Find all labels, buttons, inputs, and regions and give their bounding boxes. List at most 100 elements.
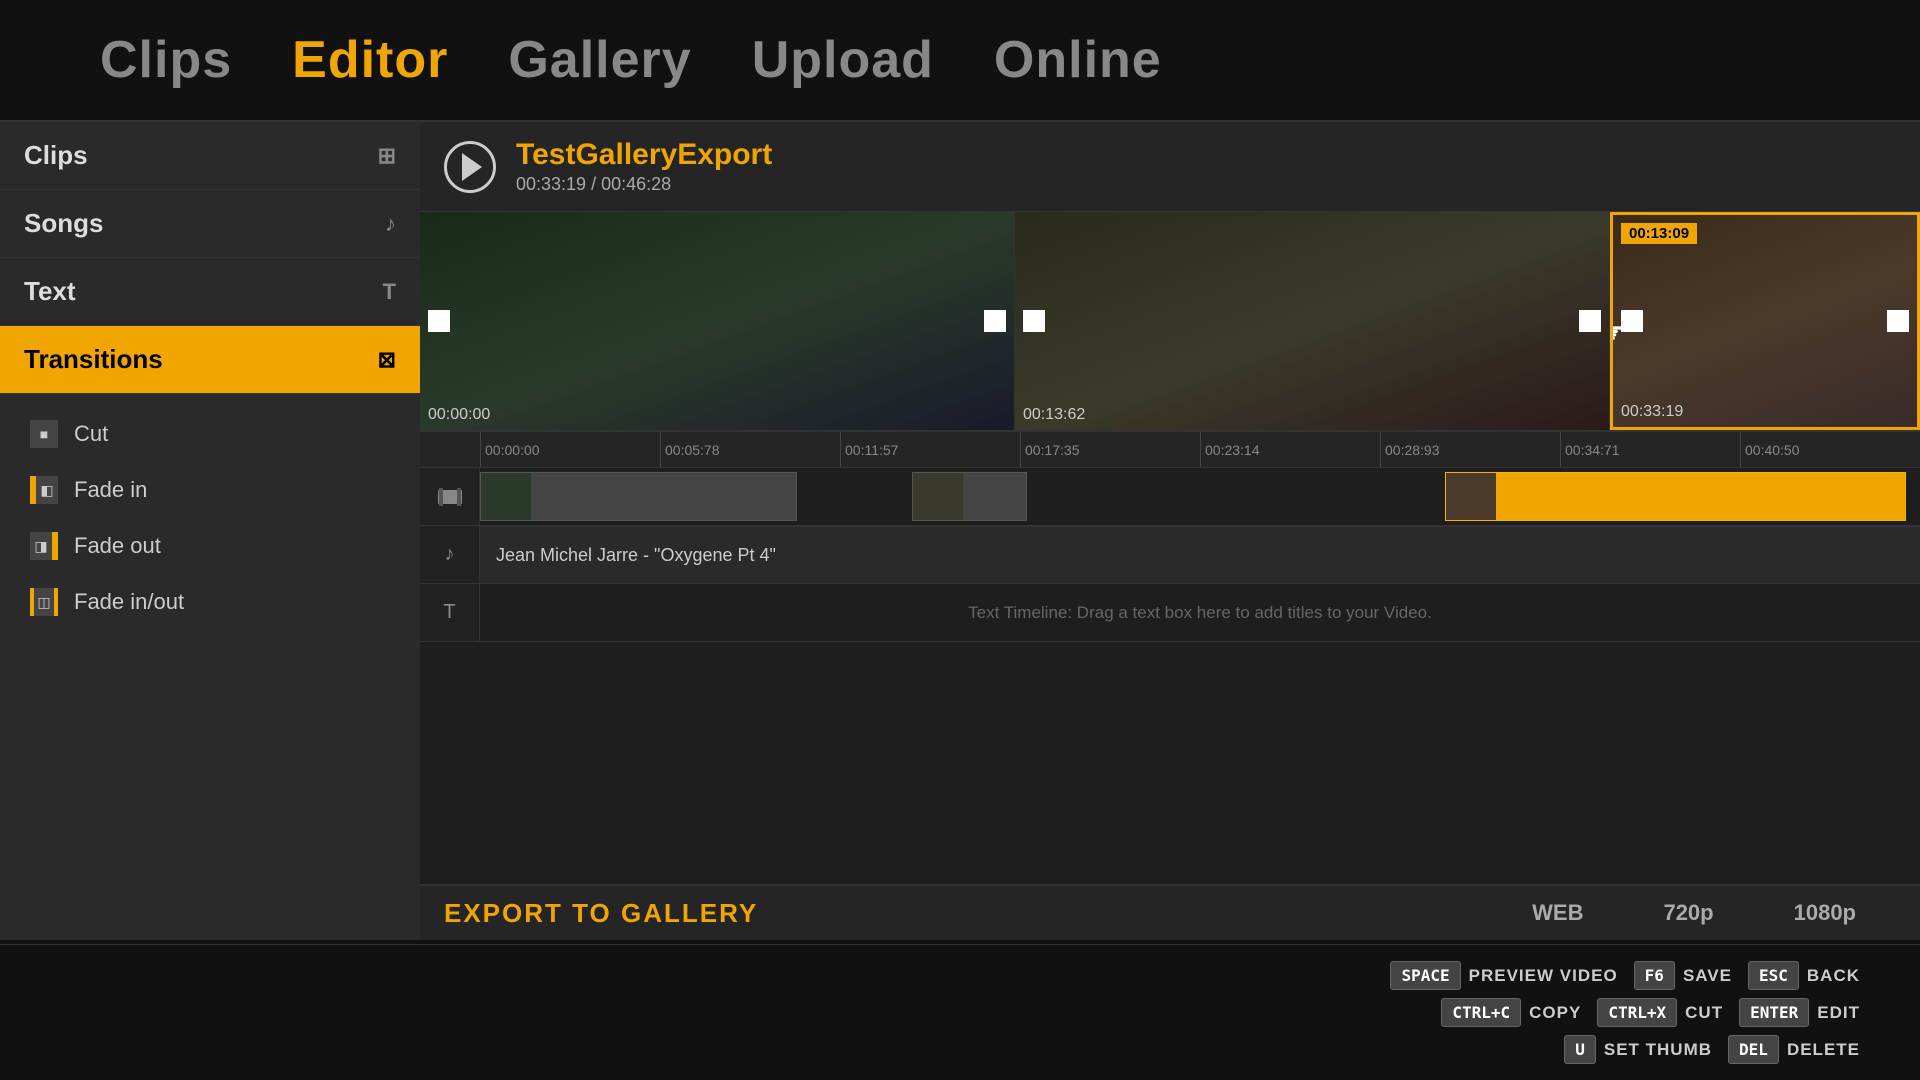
- nav-gallery[interactable]: Gallery: [508, 30, 691, 90]
- hotkey-space: SPACE PREVIEW VIDEO: [1390, 961, 1617, 990]
- transition-fadein-label: Fade in: [74, 477, 147, 503]
- clip-handle-right-3[interactable]: [1887, 310, 1909, 332]
- quality-1080p[interactable]: 1080p: [1754, 892, 1896, 934]
- text-timeline-hint: Text Timeline: Drag a text box here to a…: [480, 584, 1920, 641]
- ruler-mark-4: 00:23:14: [1200, 432, 1380, 467]
- transition-fadeinout[interactable]: ◫ Fade in/out: [0, 574, 420, 630]
- transition-fadeout-label: Fade out: [74, 533, 161, 559]
- total-time: 00:46:28: [601, 174, 671, 194]
- key-ctrlx: CTRL+X: [1597, 998, 1677, 1027]
- music-label: Jean Michel Jarre - "Oxygene Pt 4": [480, 526, 1920, 583]
- music-track-icon: ♪: [420, 526, 480, 583]
- sidebar-item-songs[interactable]: Songs ♪: [0, 190, 420, 258]
- nav-clips[interactable]: Clips: [100, 30, 232, 90]
- label-back: BACK: [1807, 966, 1860, 986]
- label-edit: EDIT: [1817, 1003, 1860, 1023]
- clip-3-time-badge: 00:13:09: [1621, 223, 1697, 244]
- hotkeys-bar: SPACE PREVIEW VIDEO F6 SAVE ESC BACK CTR…: [0, 944, 1920, 1080]
- clip-3-timestamp: 00:33:19: [1621, 403, 1683, 421]
- hotkey-row-2: CTRL+C COPY CTRL+X CUT ENTER EDIT: [1441, 998, 1860, 1027]
- ruler-mark-2: 00:11:57: [840, 432, 1020, 467]
- clip-1-timestamp: 00:00:00: [428, 406, 490, 424]
- clip-handle-left-2[interactable]: [1023, 310, 1045, 332]
- sidebar-transitions-label: Transitions: [24, 344, 163, 375]
- play-button[interactable]: [444, 141, 496, 193]
- key-del: DEL: [1728, 1035, 1779, 1064]
- sidebar: Clips ⊞ Songs ♪ Text T Transitions ⊠ ■ C…: [0, 122, 420, 940]
- transitions-submenu: ■ Cut ◧ Fade in ◨ Fade out ◫ Fade in/out: [0, 394, 420, 642]
- label-save: SAVE: [1683, 966, 1732, 986]
- timeline-thumb-1: [481, 473, 531, 520]
- hotkey-f6: F6 SAVE: [1634, 961, 1732, 990]
- label-preview-video: PREVIEW VIDEO: [1469, 966, 1618, 986]
- time-separator: /: [591, 174, 601, 194]
- video-track-content[interactable]: [480, 468, 1920, 525]
- timeline-clip-3[interactable]: [1445, 472, 1906, 521]
- hotkey-row-3: U SET THUMB DEL DELETE: [1564, 1035, 1860, 1064]
- clip-handle-right-2[interactable]: [1579, 310, 1601, 332]
- preview-clip-2[interactable]: 00:13:62: [1015, 212, 1610, 430]
- fadeout-icon: ◨: [30, 532, 58, 560]
- clip-handle-right-1[interactable]: [984, 310, 1006, 332]
- sidebar-songs-label: Songs: [24, 208, 103, 239]
- text-icon: T: [383, 279, 396, 305]
- key-esc: ESC: [1748, 961, 1799, 990]
- ruler-mark-1: 00:05:78: [660, 432, 840, 467]
- timeline-thumb-2: [913, 473, 963, 520]
- hotkey-row-1: SPACE PREVIEW VIDEO F6 SAVE ESC BACK: [1390, 961, 1860, 990]
- timeline-area: 00:00:00 00:05:78 00:11:57 00:17:35 00:2…: [420, 432, 1920, 884]
- nav-editor[interactable]: Editor: [292, 30, 448, 90]
- video-track: [420, 468, 1920, 526]
- cut-icon: ■: [30, 420, 58, 448]
- ruler-mark-6: 00:34:71: [1560, 432, 1740, 467]
- timeline-clip-2[interactable]: [912, 472, 1027, 521]
- transition-fadeout[interactable]: ◨ Fade out: [0, 518, 420, 574]
- music-track: ♪ Jean Michel Jarre - "Oxygene Pt 4": [420, 526, 1920, 584]
- label-cut: CUT: [1685, 1003, 1723, 1023]
- hotkey-esc: ESC BACK: [1748, 961, 1860, 990]
- timeline-thumb-3: [1446, 473, 1496, 520]
- nav-online[interactable]: Online: [994, 30, 1162, 90]
- ruler-mark-0: 00:00:00: [480, 432, 660, 467]
- text-track: T Text Timeline: Drag a text box here to…: [420, 584, 1920, 642]
- preview-clip-1[interactable]: 00:00:00: [420, 212, 1015, 430]
- video-title-block: TestGalleryExport 00:33:19 / 00:46:28: [516, 138, 772, 195]
- hotkey-ctrlx: CTRL+X CUT: [1597, 998, 1723, 1027]
- clip-handle-left-1[interactable]: [428, 310, 450, 332]
- songs-icon: ♪: [385, 211, 396, 237]
- video-title: TestGalleryExport: [516, 138, 772, 172]
- label-delete: DELETE: [1787, 1040, 1860, 1060]
- editor-area: TestGalleryExport 00:33:19 / 00:46:28 00…: [420, 122, 1920, 940]
- clip-2-timestamp: 00:13:62: [1023, 406, 1085, 424]
- video-time: 00:33:19 / 00:46:28: [516, 174, 772, 195]
- transition-fadeinout-label: Fade in/out: [74, 589, 184, 615]
- music-track-content[interactable]: Jean Michel Jarre - "Oxygene Pt 4": [480, 526, 1920, 583]
- label-copy: COPY: [1529, 1003, 1581, 1023]
- sidebar-item-transitions[interactable]: Transitions ⊠: [0, 326, 420, 394]
- export-button[interactable]: EXPORT TO GALLERY: [444, 898, 758, 929]
- timeline-clip-1[interactable]: [480, 472, 797, 521]
- fadeinout-icon: ◫: [30, 588, 58, 616]
- sidebar-item-clips[interactable]: Clips ⊞: [0, 122, 420, 190]
- label-set-thumb: SET THUMB: [1604, 1040, 1712, 1060]
- transition-fadein[interactable]: ◧ Fade in: [0, 462, 420, 518]
- timeline-ruler: 00:00:00 00:05:78 00:11:57 00:17:35 00:2…: [420, 432, 1920, 468]
- quality-web[interactable]: WEB: [1492, 892, 1623, 934]
- preview-clip-3[interactable]: 00:13:09 ☛ 00:33:19: [1610, 212, 1920, 430]
- key-space: SPACE: [1390, 961, 1460, 990]
- video-track-icon: [420, 468, 480, 525]
- sidebar-clips-label: Clips: [24, 140, 88, 171]
- nav-upload[interactable]: Upload: [752, 30, 934, 90]
- key-ctrlc: CTRL+C: [1441, 998, 1521, 1027]
- current-time: 00:33:19: [516, 174, 586, 194]
- quality-720p[interactable]: 720p: [1623, 892, 1753, 934]
- text-track-icon: T: [420, 584, 480, 641]
- text-track-content[interactable]: Text Timeline: Drag a text box here to a…: [480, 584, 1920, 641]
- transition-cut[interactable]: ■ Cut: [0, 406, 420, 462]
- main-area: Clips ⊞ Songs ♪ Text T Transitions ⊠ ■ C…: [0, 120, 1920, 940]
- video-header: TestGalleryExport 00:33:19 / 00:46:28: [420, 122, 1920, 212]
- sidebar-item-text[interactable]: Text T: [0, 258, 420, 326]
- clip-handle-left-3[interactable]: [1621, 310, 1643, 332]
- transitions-icon: ⊠: [378, 347, 396, 373]
- ruler-marks: 00:00:00 00:05:78 00:11:57 00:17:35 00:2…: [480, 432, 1920, 467]
